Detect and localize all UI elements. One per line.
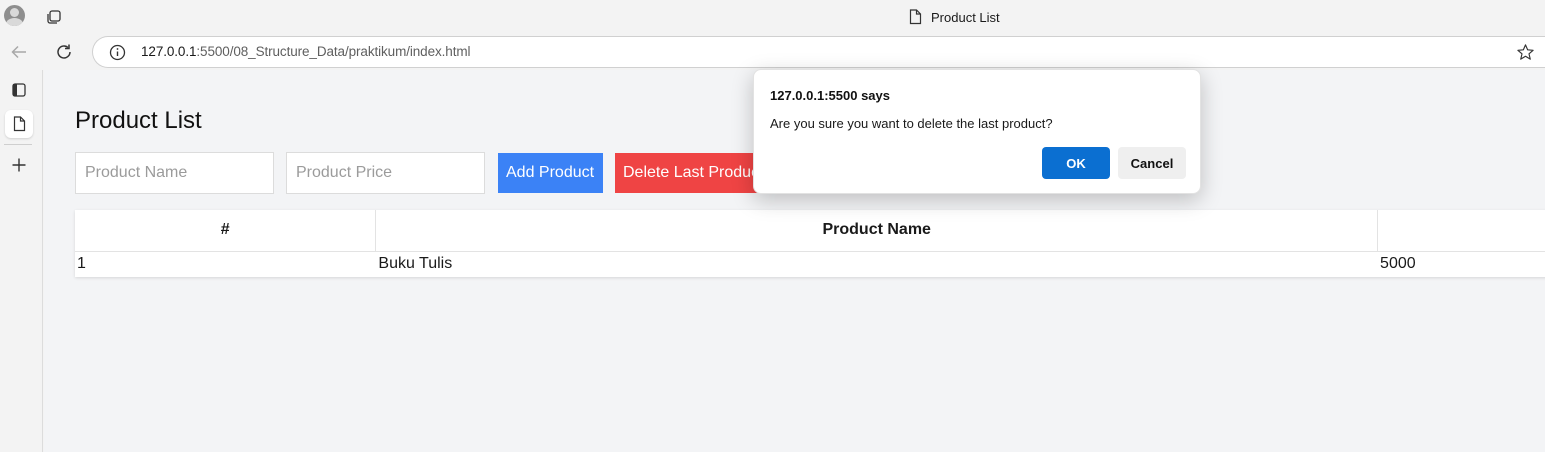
table-header-row: # Product Name (75, 210, 1545, 252)
profile-avatar-icon[interactable] (4, 5, 25, 26)
dialog-title: 127.0.0.1:5500 says (770, 88, 890, 103)
page-icon (909, 9, 922, 25)
refresh-icon[interactable] (54, 42, 74, 62)
address-row: 127.0.0.1:5500/08_Structure_Data/praktik… (0, 34, 1545, 70)
column-header-product-name: Product Name (375, 210, 1379, 252)
page-icon (13, 116, 25, 132)
url-host: 127.0.0.1 (141, 44, 197, 59)
active-tab[interactable]: Product List (909, 8, 1000, 26)
column-header-price (1377, 210, 1545, 252)
tab-actions-icon[interactable] (45, 8, 63, 26)
page-title: Product List (75, 107, 202, 134)
sidebar-tab-product-list[interactable] (5, 110, 33, 138)
confirm-dialog: 127.0.0.1:5500 says Are you sure you wan… (753, 69, 1201, 194)
cell-product-name: Buku Tulis (375, 251, 1379, 277)
add-product-button[interactable]: Add Product (498, 153, 603, 193)
delete-last-product-button[interactable]: Delete Last Product (615, 153, 765, 193)
vertical-tabs-button[interactable] (5, 76, 33, 104)
new-tab-button[interactable] (5, 151, 33, 179)
sidebar-divider (4, 144, 32, 145)
vertical-tabs-icon (12, 83, 26, 97)
cancel-button[interactable]: Cancel (1118, 147, 1186, 179)
vertical-tab-strip (0, 70, 43, 452)
url-path: :5500/08_Structure_Data/praktikum/index.… (196, 44, 471, 59)
plus-icon (12, 158, 26, 172)
dialog-message: Are you sure you want to delete the last… (770, 116, 1053, 131)
product-table: # Product Name 1 Buku Tulis 5000 (75, 210, 1545, 277)
info-icon[interactable] (109, 44, 126, 61)
cell-number: 1 (75, 251, 377, 277)
url-text[interactable]: 127.0.0.1:5500/08_Structure_Data/praktik… (141, 44, 471, 59)
product-name-input[interactable] (75, 152, 274, 194)
tab-title: Product List (931, 9, 1000, 25)
ok-button[interactable]: OK (1042, 147, 1110, 179)
star-icon[interactable] (1516, 43, 1535, 62)
column-header-number: # (75, 210, 377, 252)
table-row: 1 Buku Tulis 5000 (75, 251, 1545, 277)
product-price-input[interactable] (286, 152, 485, 194)
title-bar: Product List (0, 0, 1545, 34)
address-bar[interactable]: 127.0.0.1:5500/08_Structure_Data/praktik… (92, 36, 1545, 68)
back-arrow-icon[interactable] (9, 42, 29, 62)
cell-product-price: 5000 (1377, 251, 1545, 277)
